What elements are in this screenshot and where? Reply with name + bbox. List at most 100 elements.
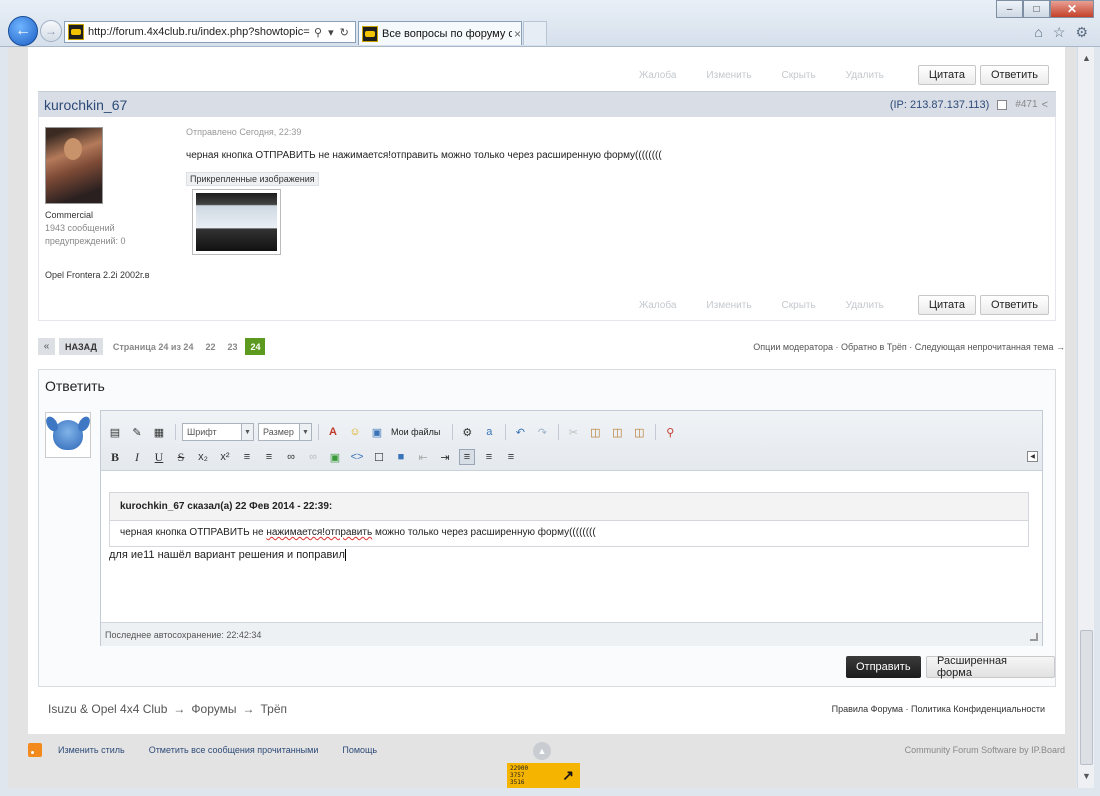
search-icon[interactable]: ⚲ xyxy=(314,26,322,39)
quote-icon[interactable]: ☐ xyxy=(371,449,387,465)
paste-icon[interactable]: ◫ xyxy=(587,424,603,440)
report-link[interactable]: Жалоба xyxy=(639,70,676,81)
favorites-star-icon[interactable]: ☆ xyxy=(1053,24,1066,41)
align-center-icon[interactable]: ≡ xyxy=(481,449,497,465)
user-avatar[interactable] xyxy=(45,412,91,458)
visit-counter[interactable]: 22900 3757 3516 ↗ xyxy=(507,763,580,788)
tab-close-icon[interactable]: × xyxy=(514,27,521,41)
paste-word-icon[interactable]: ◫ xyxy=(631,424,647,440)
address-bar[interactable]: http://forum.4x4club.ru/index.php?showto… xyxy=(64,21,356,43)
page-link[interactable]: 22 xyxy=(205,342,215,352)
align-left-icon[interactable]: ≡ xyxy=(459,449,475,465)
link-icon[interactable]: ∞ xyxy=(283,449,299,465)
report-link[interactable]: Жалоба xyxy=(639,300,676,311)
post-number[interactable]: #471 xyxy=(1015,99,1037,110)
typed-text[interactable]: для ие11 нашёл вариант решения и поправи… xyxy=(109,549,346,562)
breadcrumb-item[interactable]: Форумы xyxy=(191,702,236,716)
remove-format-icon[interactable]: ⚲ xyxy=(662,424,678,440)
image-icon[interactable]: ▣ xyxy=(327,449,343,465)
first-page-button[interactable]: « xyxy=(38,338,55,355)
browser-tab[interactable]: Все вопросы по форуму с... × xyxy=(358,21,522,45)
underline-icon[interactable]: U xyxy=(151,449,167,465)
outdent-icon[interactable]: ⇤ xyxy=(415,449,431,465)
unlink-icon[interactable]: ∞ xyxy=(305,449,321,465)
address-text[interactable]: http://forum.4x4club.ru/index.php?showto… xyxy=(88,26,310,38)
eraser-icon[interactable]: ✎ xyxy=(129,424,145,440)
submit-button[interactable]: Отправить xyxy=(846,656,921,678)
breadcrumb-item[interactable]: Трёп xyxy=(260,702,287,716)
powered-by[interactable]: Community Forum Software by IP.Board xyxy=(905,745,1065,755)
post-ip[interactable]: (IP: 213.87.137.113) xyxy=(890,99,989,111)
reply-button[interactable]: Ответить xyxy=(979,295,1049,315)
post-author[interactable]: kurochkin_67 xyxy=(44,97,127,113)
toggle-toolbar-icon[interactable]: ◀ xyxy=(1027,451,1038,462)
cut-icon[interactable]: ✂ xyxy=(565,424,581,440)
maximize-button[interactable]: □ xyxy=(1023,0,1050,18)
breadcrumb-item[interactable]: Isuzu & Opel 4x4 Club xyxy=(48,702,167,716)
bold-icon[interactable]: B xyxy=(107,449,123,465)
hide-link[interactable]: Скрыть xyxy=(782,70,816,81)
quote-button[interactable]: Цитата xyxy=(917,65,976,85)
rss-icon[interactable] xyxy=(28,743,42,757)
my-files-button[interactable]: Мои файлы xyxy=(391,427,440,437)
page-link[interactable]: 23 xyxy=(227,342,237,352)
back-button[interactable]: ← xyxy=(8,16,38,46)
redo-icon[interactable]: ↷ xyxy=(534,424,550,440)
delete-link[interactable]: Удалить xyxy=(846,70,884,81)
size-select[interactable]: Размер ▼ xyxy=(258,423,312,441)
back-button[interactable]: НАЗАД xyxy=(59,338,103,355)
strikethrough-icon[interactable]: S xyxy=(173,449,189,465)
editor-content[interactable]: kurochkin_67 сказал(а) 22 Фев 2014 - 22:… xyxy=(101,471,1042,622)
change-style-link[interactable]: Изменить стиль xyxy=(58,745,125,755)
scroll-up-icon[interactable]: ▲ xyxy=(1078,49,1095,66)
dropdown-icon[interactable]: ▾ xyxy=(328,26,334,39)
italic-icon[interactable]: I xyxy=(129,449,145,465)
spellcheck-icon[interactable]: a xyxy=(481,424,497,440)
indent-icon[interactable]: ⇥ xyxy=(437,449,453,465)
files-icon[interactable]: ▣ xyxy=(369,424,385,440)
close-window-button[interactable]: ✕ xyxy=(1050,0,1094,18)
hide-link[interactable]: Скрыть xyxy=(782,300,816,311)
mark-all-read-link[interactable]: Отметить все сообщения прочитанными xyxy=(149,745,319,755)
delete-link[interactable]: Удалить xyxy=(846,300,884,311)
resize-grip-icon[interactable] xyxy=(1030,633,1038,641)
edit-link[interactable]: Изменить xyxy=(706,70,751,81)
minimize-button[interactable]: – xyxy=(996,0,1023,18)
scroll-thumb[interactable] xyxy=(1080,630,1093,765)
quote-button[interactable]: Цитата xyxy=(917,295,976,315)
source-mode-icon[interactable]: ▤ xyxy=(107,424,123,440)
edit-link[interactable]: Изменить xyxy=(706,300,751,311)
subscript-icon[interactable]: x₂ xyxy=(195,449,211,465)
moderator-nav-links[interactable]: Опции модератора · Обратно в Трёп · След… xyxy=(753,342,1065,352)
forward-button[interactable]: → xyxy=(40,20,62,42)
binoculars-icon[interactable]: ⚙ xyxy=(459,424,475,440)
page-info[interactable]: Страница 24 из 24 xyxy=(113,342,194,352)
author-avatar[interactable] xyxy=(45,127,103,204)
scroll-top-icon[interactable]: ▲ xyxy=(533,742,551,760)
bulleted-list-icon[interactable]: ≡ xyxy=(239,449,255,465)
code-icon[interactable]: <> xyxy=(349,449,365,465)
new-tab-button[interactable] xyxy=(523,21,547,45)
media-icon[interactable]: ■ xyxy=(393,449,409,465)
align-right-icon[interactable]: ≡ xyxy=(503,449,519,465)
rules-links[interactable]: Правила Форума · Политика Конфиденциальн… xyxy=(832,704,1045,714)
reply-button[interactable]: Ответить xyxy=(979,65,1049,85)
post-select-checkbox[interactable] xyxy=(997,99,1008,110)
undo-icon[interactable]: ↶ xyxy=(512,424,528,440)
refresh-icon[interactable]: ↻ xyxy=(340,26,349,39)
scroll-down-icon[interactable]: ▼ xyxy=(1078,767,1095,784)
emoticon-icon[interactable]: ☺ xyxy=(347,424,363,440)
settings-gear-icon[interactable]: ⚙ xyxy=(1075,24,1088,41)
vertical-scrollbar[interactable]: ▲ ▼ xyxy=(1077,47,1094,788)
home-icon[interactable]: ⌂ xyxy=(1034,24,1042,41)
numbered-list-icon[interactable]: ≡ xyxy=(261,449,277,465)
font-select[interactable]: Шрифт ▼ xyxy=(182,423,254,441)
help-link[interactable]: Помощь xyxy=(342,745,377,755)
paste-text-icon[interactable]: ◫ xyxy=(609,424,625,440)
text-color-icon[interactable]: A xyxy=(325,424,341,440)
superscript-icon[interactable]: x² xyxy=(217,449,233,465)
attachment-thumbnail[interactable] xyxy=(192,189,281,255)
share-icon[interactable]: < xyxy=(1042,99,1048,111)
insert-table-icon[interactable]: ▦ xyxy=(151,424,167,440)
advanced-form-button[interactable]: Расширенная форма xyxy=(926,655,1055,679)
